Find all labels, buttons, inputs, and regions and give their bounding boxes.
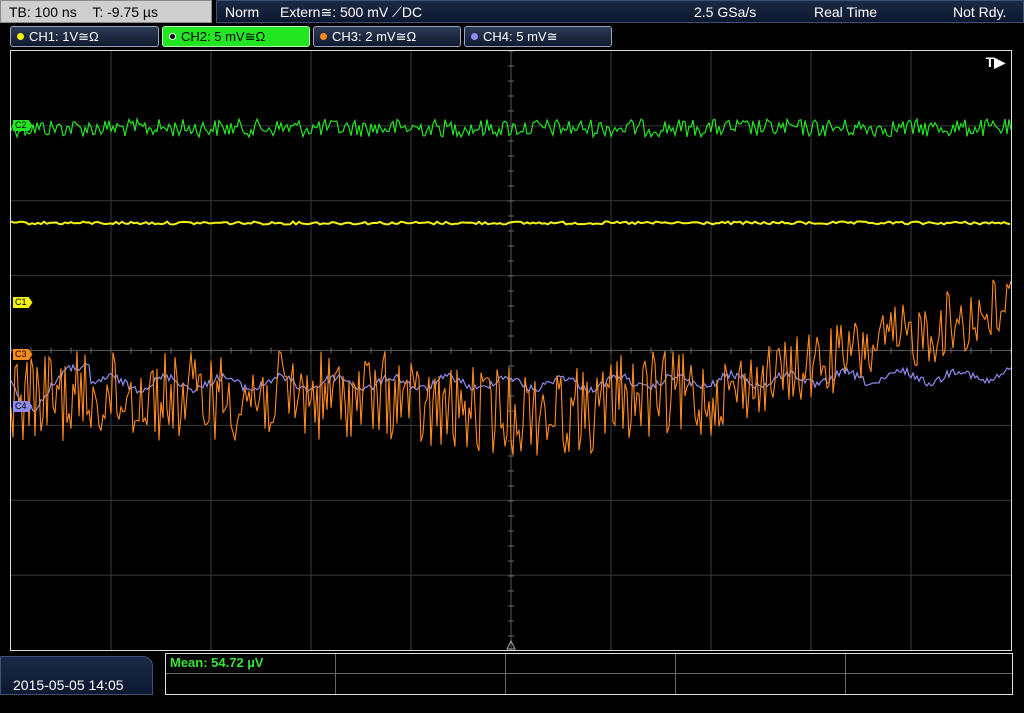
tab-ch3-label: CH3: 2 mV≅Ω: [332, 29, 417, 44]
tab-ch2[interactable]: CH2: 5 mV≅Ω: [162, 26, 310, 47]
tab-ch1[interactable]: CH1: 1V≅Ω: [10, 26, 159, 47]
measurement-cell[interactable]: [336, 674, 506, 694]
mean-measurement: Mean: 54.72 µV: [170, 655, 264, 670]
channel-tabs: CH1: 1V≅Ω CH2: 5 mV≅Ω CH3: 2 mV≅Ω CH4: 5…: [0, 26, 1024, 48]
waveform-canvas: [11, 51, 1011, 650]
waveform-display[interactable]: T▶ C1 C2 C3 C4: [10, 50, 1012, 651]
ch3-offset-marker[interactable]: C3: [13, 349, 33, 360]
trigger-mode: Norm: [225, 4, 260, 20]
acquisition-status-bar[interactable]: Norm Extern≅: 500 mV ⟋DC 2.5 GSa/s Real …: [216, 0, 1024, 23]
measurement-panel[interactable]: Mean: 54.72 µV: [165, 653, 1013, 695]
datetime-label: 2015-05-05 14:05: [13, 677, 124, 693]
tab-ch1-label: CH1: 1V≅Ω: [29, 29, 99, 44]
trigger-position-marker-icon: T▶: [985, 54, 1005, 70]
ch4-offset-marker[interactable]: C4: [13, 401, 33, 412]
acquisition-mode: Real Time: [814, 4, 878, 20]
ch4-dot-icon: [471, 33, 478, 40]
ch1-offset-marker[interactable]: C1: [13, 297, 33, 308]
measurement-cell[interactable]: Mean: 54.72 µV: [166, 654, 336, 674]
ch2-offset-marker[interactable]: C2: [13, 120, 33, 131]
timebase-label: TB: 100 ns: [9, 4, 77, 20]
trigger-source: Extern≅: 500 mV ⟋DC: [280, 4, 423, 20]
measurement-cell[interactable]: [676, 674, 846, 694]
measurement-cell[interactable]: [506, 654, 676, 674]
trigger-state: Not Rdy.: [953, 4, 1007, 20]
ch2-dot-icon: [169, 33, 176, 40]
tab-ch2-label: CH2: 5 mV≅Ω: [181, 29, 266, 44]
trigger-position-label: T: -9.75 µs: [92, 4, 158, 20]
measurement-cell[interactable]: [506, 674, 676, 694]
measurement-cell[interactable]: [676, 654, 846, 674]
measurement-cell[interactable]: [336, 654, 506, 674]
sample-rate: 2.5 GSa/s: [694, 4, 757, 20]
measurement-cell[interactable]: [846, 654, 1012, 674]
measurement-cell[interactable]: [846, 674, 1012, 694]
ch1-dot-icon: [17, 33, 24, 40]
datetime-panel: 2015-05-05 14:05: [0, 656, 153, 695]
timebase-box[interactable]: TB: 100 ns T: -9.75 µs: [0, 0, 212, 23]
top-status-bar: TB: 100 ns T: -9.75 µs Norm Extern≅: 500…: [0, 0, 1024, 24]
tab-ch3[interactable]: CH3: 2 mV≅Ω: [313, 26, 461, 47]
tab-ch4[interactable]: CH4: 5 mV≅: [464, 26, 612, 47]
tab-ch4-label: CH4: 5 mV≅: [483, 29, 558, 44]
measurement-cell[interactable]: [166, 674, 336, 694]
ch3-dot-icon: [320, 33, 327, 40]
